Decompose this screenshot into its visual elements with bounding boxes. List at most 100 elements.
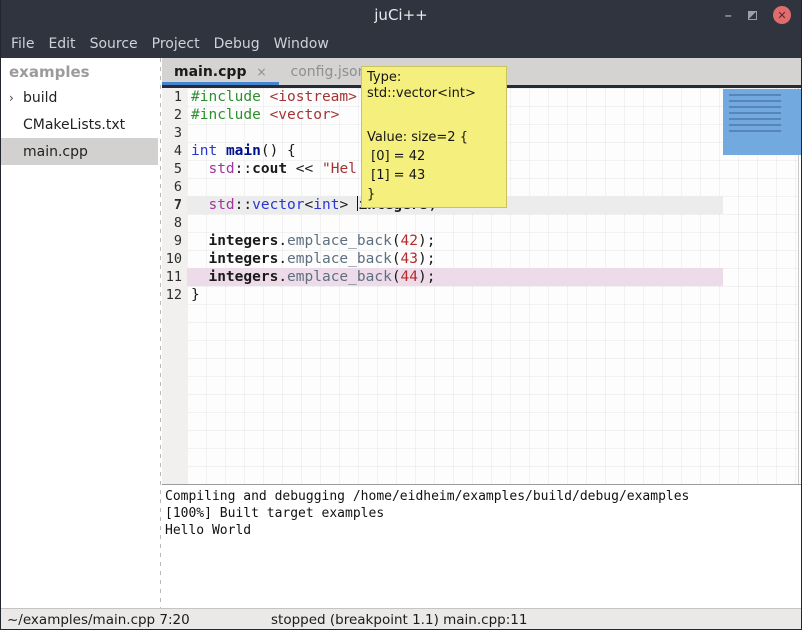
syntax-pl: ); — [418, 233, 435, 249]
syntax-pl: ( — [392, 233, 401, 249]
window-controls: – ✕ — [725, 0, 792, 30]
syntax-pl — [261, 89, 270, 105]
scrollbar-minimap[interactable] — [723, 89, 801, 155]
line-number[interactable]: 9 — [162, 232, 187, 250]
status-bar: ~/examples/main.cpp 7:20 stopped (breakp… — [1, 608, 801, 630]
syntax-pl: ); — [418, 251, 435, 267]
syntax-inc: #include — [191, 107, 261, 123]
line-number[interactable]: 2 — [162, 106, 187, 124]
file-label: build — [23, 90, 57, 106]
syntax-hdr: <iostream> — [270, 89, 357, 105]
sidebar-item-build[interactable]: ›build — [1, 84, 158, 111]
sidebar-item-cmakelists-txt[interactable]: CMakeLists.txt — [1, 111, 158, 138]
file-tree: ›buildCMakeLists.txtmain.cpp — [1, 84, 158, 165]
line-number[interactable]: 6 — [162, 178, 187, 196]
tab-label: main.cpp — [174, 64, 246, 80]
window-title: juCi++ — [1, 6, 801, 24]
syntax-pl — [217, 143, 226, 159]
syntax-var: integers — [208, 233, 278, 249]
code-line-11: 11 integers.emplace_back(44); — [162, 268, 801, 286]
menu-project[interactable]: Project — [152, 34, 200, 54]
menu-file[interactable]: File — [11, 34, 34, 54]
syntax-fn: main — [226, 143, 261, 159]
tab-label: config.json — [291, 64, 367, 80]
code-text[interactable] — [187, 214, 723, 232]
file-label: main.cpp — [23, 144, 88, 160]
syntax-mem: emplace_back — [287, 269, 392, 285]
syntax-pl — [191, 233, 208, 249]
tooltip-value-lines: Value: size=2 { [0] = 42 [1] = 43} — [367, 128, 501, 204]
tooltip-type-line: Type: std::vector<int> — [367, 70, 501, 102]
line-number[interactable]: 12 — [162, 286, 187, 304]
syntax-var: integers — [208, 251, 278, 267]
terminal-line: Compiling and debugging /home/eidheim/ex… — [165, 488, 801, 505]
restore-icon[interactable] — [748, 11, 757, 20]
syntax-num: 43 — [401, 251, 418, 267]
syntax-pl: ); — [418, 269, 435, 285]
tooltip-gap — [367, 102, 501, 128]
tooltip-value-line: [1] = 43 — [367, 166, 501, 185]
syntax-var: cout — [252, 161, 287, 177]
menu-bar: File Edit Source Project Debug Window — [1, 30, 801, 58]
syntax-ns: std — [208, 197, 234, 213]
line-number[interactable]: 10 — [162, 250, 187, 268]
menu-edit[interactable]: Edit — [48, 34, 75, 54]
syntax-mem: emplace_back — [287, 233, 392, 249]
line-number[interactable]: 8 — [162, 214, 187, 232]
syntax-pl — [191, 251, 208, 267]
code-text[interactable]: integers.emplace_back(42); — [187, 232, 723, 250]
minimap-code-preview — [729, 94, 781, 134]
titlebar[interactable]: juCi++ – ✕ — [1, 0, 801, 30]
line-number[interactable]: 1 — [162, 88, 187, 106]
debug-value-tooltip: Type: std::vector<int> Value: size=2 { [… — [361, 66, 507, 208]
tab-close-icon[interactable]: × — [256, 65, 266, 79]
terminal-output[interactable]: Compiling and debugging /home/eidheim/ex… — [162, 486, 801, 608]
close-button[interactable]: ✕ — [773, 6, 791, 24]
minimize-button[interactable]: – — [725, 10, 733, 20]
line-number[interactable]: 7 — [162, 196, 187, 214]
syntax-type: vector — [252, 197, 304, 213]
line-number[interactable]: 4 — [162, 142, 187, 160]
syntax-num: 42 — [401, 233, 418, 249]
tooltip-value-line: Value: size=2 { — [367, 128, 501, 147]
syntax-str: "Hel — [322, 161, 357, 177]
code-line-12: 12} — [162, 286, 801, 304]
syntax-pl: > — [339, 197, 356, 213]
tab-main-cpp[interactable]: main.cpp × — [162, 58, 279, 85]
file-tree-sidebar: examples ›buildCMakeLists.txtmain.cpp — [1, 58, 158, 608]
syntax-var: integers — [208, 269, 278, 285]
syntax-pl: ( — [392, 269, 401, 285]
syntax-kw: int — [191, 143, 217, 159]
syntax-pl: :: — [235, 197, 252, 213]
syntax-inc: #include — [191, 89, 261, 105]
code-line-10: 10 integers.emplace_back(43); — [162, 250, 801, 268]
terminal-line: [100%] Built target examples — [165, 505, 801, 522]
menu-debug[interactable]: Debug — [214, 34, 260, 54]
syntax-pl — [191, 269, 208, 285]
line-number[interactable]: 11 — [162, 268, 187, 286]
menu-source[interactable]: Source — [90, 34, 138, 54]
sidebar-item-main-cpp[interactable]: main.cpp — [1, 138, 158, 165]
syntax-pl: } — [191, 287, 200, 303]
syntax-num: 44 — [401, 269, 418, 285]
syntax-pl — [261, 107, 270, 123]
syntax-pl: << — [287, 161, 322, 177]
syntax-mem: emplace_back — [287, 251, 392, 267]
line-number[interactable]: 5 — [162, 160, 187, 178]
code-text[interactable]: } — [187, 286, 723, 304]
syntax-pl: . — [278, 233, 287, 249]
status-file-position: ~/examples/main.cpp 7:20 — [1, 612, 190, 628]
menu-window[interactable]: Window — [274, 34, 329, 54]
tooltip-value-line: } — [367, 185, 501, 204]
line-number[interactable]: 3 — [162, 124, 187, 142]
breakpoint-line[interactable]: integers.emplace_back(44); — [187, 268, 723, 286]
terminal-line: Hello World — [165, 522, 801, 539]
tooltip-value-line: [0] = 42 — [367, 147, 501, 166]
code-text[interactable]: integers.emplace_back(43); — [187, 250, 723, 268]
chevron-right-icon[interactable]: › — [9, 91, 23, 105]
syntax-pl — [191, 161, 208, 177]
syntax-kw: int — [313, 197, 339, 213]
syntax-pl — [191, 197, 208, 213]
syntax-pl: < — [305, 197, 314, 213]
syntax-ns: std — [208, 161, 234, 177]
